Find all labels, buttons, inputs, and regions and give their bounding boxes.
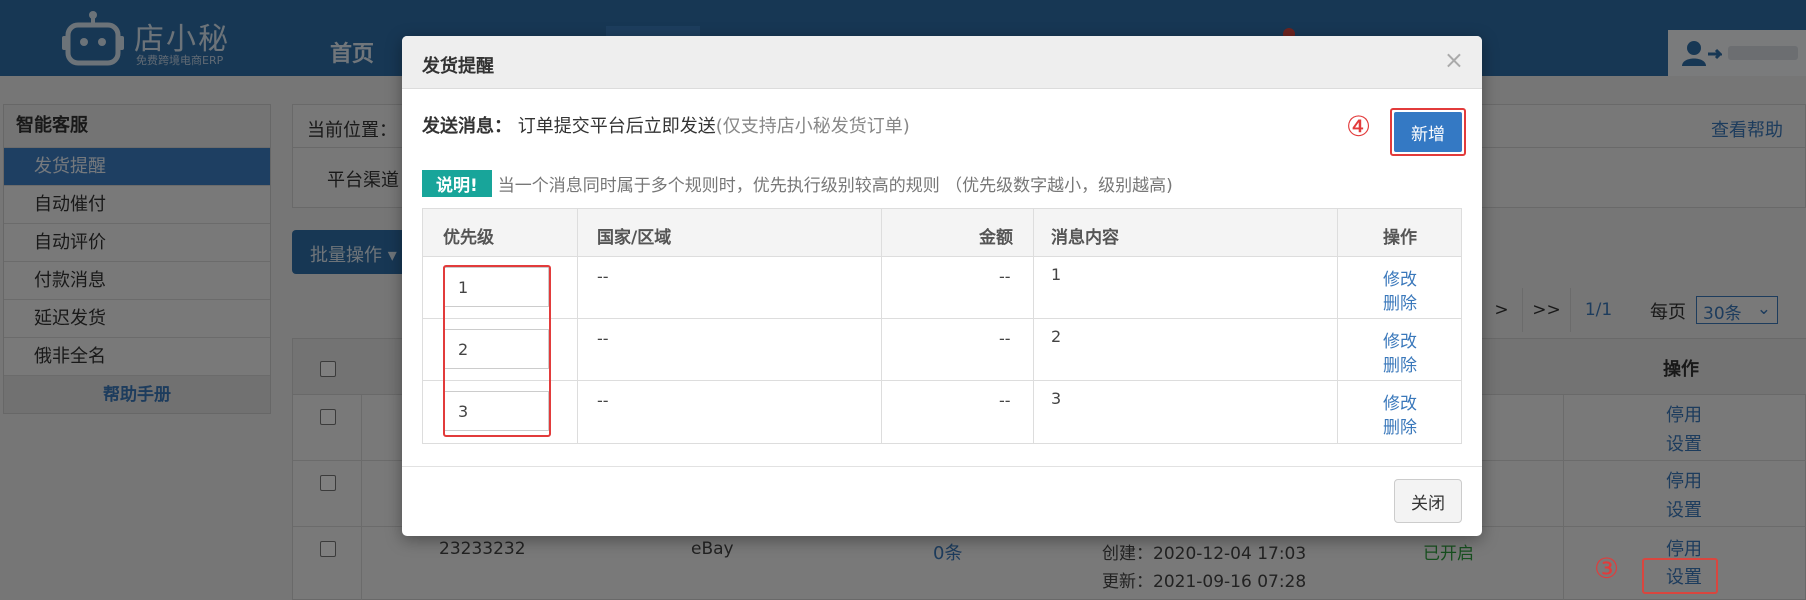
shipping-reminder-dialog: 发货提醒 × 发送消息： 订单提交平台后立即发送(仅支持店小秘发货订单) ④ 新… — [402, 36, 1482, 536]
highlight-frame-settings — [1642, 558, 1718, 594]
send-message-value: 订单提交平台后立即发送 — [517, 116, 716, 137]
explanation-text: 当一个消息同时属于多个规则时，优先执行级别较高的规则 （优先级数字越小，级别越高… — [497, 176, 1173, 196]
region-value: -- — [597, 267, 609, 286]
delete-link[interactable]: 删除 — [1383, 413, 1417, 438]
priority-input[interactable] — [443, 329, 549, 369]
dialog-footer: 关闭 — [402, 466, 1482, 536]
amount-value: -- — [999, 267, 1011, 286]
edit-link[interactable]: 修改 — [1383, 265, 1417, 290]
column-header-region: 国家/区域 — [597, 228, 672, 248]
column-header-message: 消息内容 — [1051, 228, 1119, 248]
edit-link[interactable]: 修改 — [1383, 389, 1417, 414]
table-row: -- -- 1 修改 删除 — [423, 257, 1461, 319]
send-message-label: 发送消息： — [422, 116, 512, 137]
dialog-title: 发货提醒 — [422, 56, 494, 77]
message-content-value: 2 — [1051, 327, 1062, 346]
step-marker-4: ④ — [1346, 110, 1372, 143]
region-value: -- — [597, 329, 609, 348]
message-content-value: 1 — [1051, 265, 1062, 284]
send-message-note: (仅支持店小秘发货订单) — [715, 116, 910, 137]
explanation-badge: 说明! — [422, 170, 492, 197]
amount-value: -- — [999, 391, 1011, 410]
highlight-frame-add: 新增 — [1390, 108, 1466, 156]
table-header: 优先级 国家/区域 金额 消息内容 操作 — [423, 209, 1461, 257]
step-marker-3: ③ — [1594, 552, 1620, 585]
amount-value: -- — [999, 329, 1011, 348]
column-header-priority: 优先级 — [443, 228, 494, 248]
priority-input[interactable] — [443, 267, 549, 307]
priority-rules-table: 优先级 国家/区域 金额 消息内容 操作 -- -- 1 修改 删除 -- --… — [422, 208, 1462, 444]
send-message-line: 发送消息： 订单提交平台后立即发送(仅支持店小秘发货订单) — [422, 112, 910, 138]
message-content-value: 3 — [1051, 389, 1062, 408]
column-header-actions: 操作 — [1383, 228, 1417, 248]
table-row: -- -- 3 修改 删除 — [423, 381, 1461, 443]
close-button[interactable]: 关闭 — [1394, 479, 1462, 523]
priority-input[interactable] — [443, 391, 549, 431]
delete-link[interactable]: 删除 — [1383, 289, 1417, 314]
dialog-header: 发货提醒 × — [402, 36, 1482, 89]
delete-link[interactable]: 删除 — [1383, 351, 1417, 376]
table-row: -- -- 2 修改 删除 — [423, 319, 1461, 381]
region-value: -- — [597, 391, 609, 410]
explanation-line: 说明! 当一个消息同时属于多个规则时，优先执行级别较高的规则 （优先级数字越小，级… — [422, 170, 1173, 197]
add-rule-button[interactable]: 新增 — [1394, 112, 1462, 152]
edit-link[interactable]: 修改 — [1383, 327, 1417, 352]
close-icon[interactable]: × — [1444, 46, 1464, 74]
column-header-amount: 金额 — [979, 228, 1013, 248]
